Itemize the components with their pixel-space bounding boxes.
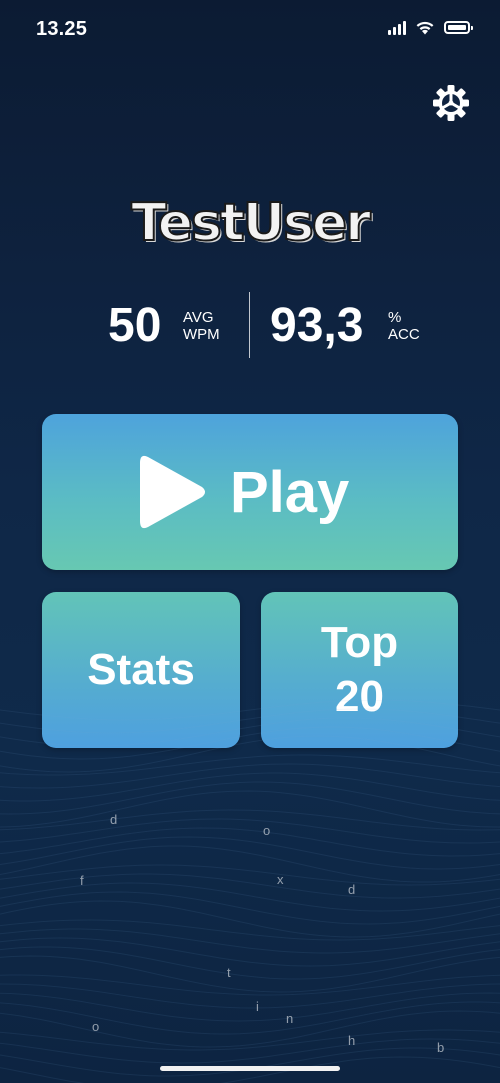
play-icon	[140, 455, 205, 529]
status-bar: 13.25	[0, 0, 500, 60]
accuracy-unit: % ACC	[388, 309, 420, 343]
wave-line	[0, 708, 500, 734]
stats-button-label: Stats	[87, 645, 195, 694]
avg-wpm-unit-line2: WPM	[183, 326, 220, 343]
wifi-icon	[416, 21, 434, 35]
avg-wpm-value: 50	[108, 299, 162, 352]
floating-letter: o	[263, 823, 271, 838]
wave-line	[0, 946, 500, 980]
wave-line	[0, 974, 500, 996]
wave-line	[0, 900, 500, 938]
avg-wpm-unit: AVG WPM	[183, 309, 220, 343]
top20-label-line1: Top	[320, 618, 399, 667]
accuracy-unit-line2: ACC	[388, 326, 420, 343]
status-icons	[388, 20, 473, 35]
settings-button[interactable]	[432, 84, 470, 122]
floating-letter: b	[437, 1040, 445, 1055]
floating-letter: n	[286, 1011, 294, 1026]
floating-letter: o	[92, 1019, 100, 1034]
wave-line	[0, 1010, 500, 1048]
floating-letter: d	[110, 812, 118, 827]
home-indicator[interactable]	[160, 1066, 340, 1071]
play-label[interactable]: Play	[230, 458, 349, 528]
cellular-signal-icon	[388, 20, 406, 35]
wave-line	[0, 992, 500, 1022]
wave-line	[0, 818, 500, 844]
wave-line	[0, 845, 500, 883]
stats-divider	[249, 292, 250, 358]
accuracy-value: 93,3	[270, 299, 364, 352]
wave-line	[0, 955, 500, 993]
wave-line	[0, 700, 500, 721]
wave-line	[0, 735, 500, 773]
wave-line	[0, 1047, 500, 1077]
home-screen: 13.25 TestUser 50 AVG WPM 93,3 % ACC Pla…	[0, 0, 500, 1083]
floating-letter: f	[80, 873, 84, 888]
accuracy-unit-line1: %	[388, 309, 402, 326]
wave-line	[0, 1038, 500, 1064]
battery-icon	[444, 21, 473, 34]
username: TestUser	[130, 192, 372, 254]
gear-icon	[433, 85, 469, 121]
status-time: 13.25	[36, 18, 88, 40]
wave-line	[0, 928, 500, 954]
avg-wpm-unit-line1: AVG	[183, 309, 214, 326]
wave-line	[0, 983, 500, 1009]
wave-line	[0, 763, 500, 789]
floating-letter: x	[277, 872, 284, 887]
stats-summary: 50 AVG WPM 93,3 % ACC	[0, 292, 500, 360]
floating-letter: i	[256, 999, 259, 1014]
floating-letter: h	[348, 1033, 356, 1048]
wave-pattern	[0, 700, 500, 1083]
wave-line	[0, 1001, 500, 1035]
floating-letter: t	[227, 965, 231, 980]
floating-letter: d	[348, 882, 356, 897]
